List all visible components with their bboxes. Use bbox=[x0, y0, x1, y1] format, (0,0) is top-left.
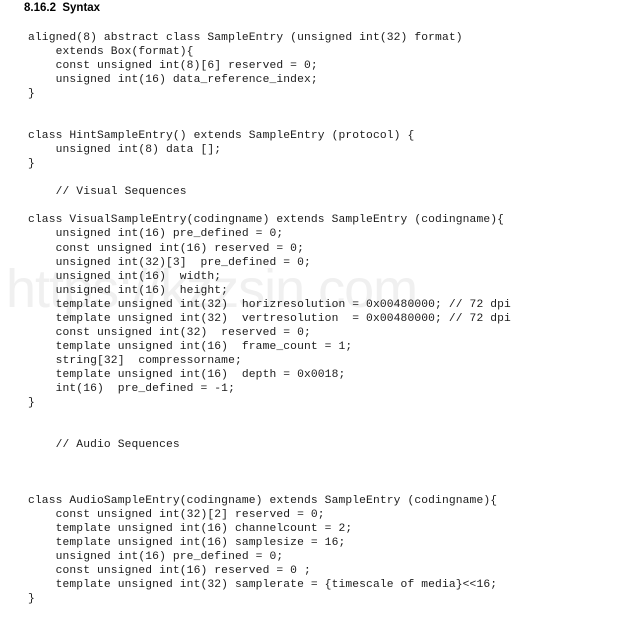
document-page: https://kzzsin.com 8.16.2 Syntax aligned… bbox=[0, 0, 634, 632]
syntax-code-area: aligned(8) abstract class SampleEntry (u… bbox=[28, 31, 628, 607]
code-block-visual-sample-entry: class VisualSampleEntry(codingname) exte… bbox=[28, 214, 511, 410]
comment-visual-sequences: // Visual Sequences bbox=[28, 186, 187, 199]
code-block-sample-entry: aligned(8) abstract class SampleEntry (u… bbox=[28, 32, 463, 101]
comment-audio-sequences: // Audio Sequences bbox=[28, 439, 180, 452]
code-block-audio-sample-entry: class AudioSampleEntry(codingname) exten… bbox=[28, 495, 498, 606]
section-heading: 8.16.2 Syntax bbox=[24, 2, 101, 14]
code-block-hint-sample-entry: class HintSampleEntry() extends SampleEn… bbox=[28, 130, 415, 171]
